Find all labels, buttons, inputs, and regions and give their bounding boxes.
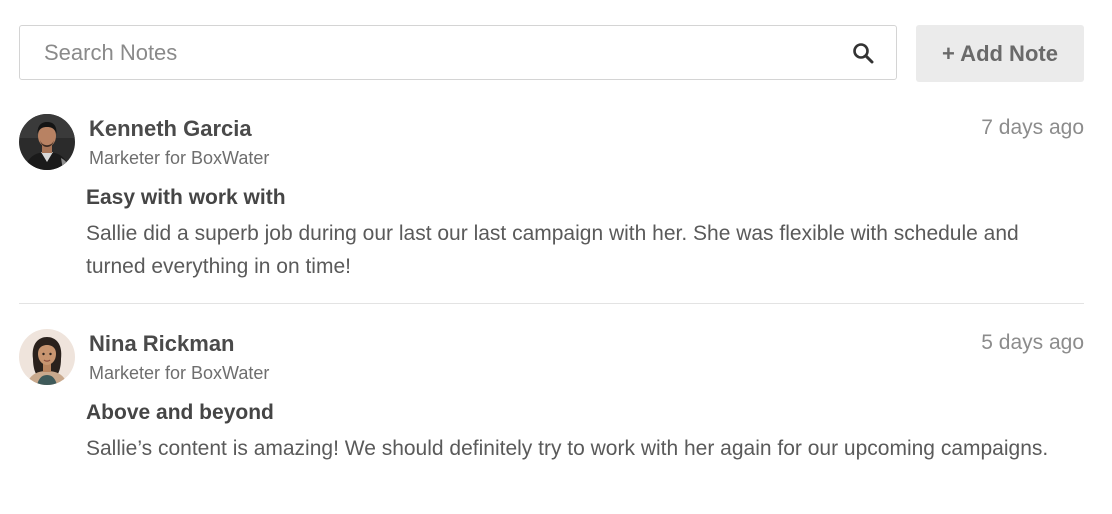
search-icon[interactable]	[852, 42, 874, 64]
avatar-portrait-icon	[19, 329, 75, 385]
search-box[interactable]	[19, 25, 897, 80]
note-timestamp: 5 days ago	[981, 331, 1084, 354]
add-note-button[interactable]: + Add Note	[916, 25, 1084, 82]
note-item: Kenneth Garcia Marketer for BoxWater 7 d…	[19, 100, 1084, 303]
author-role: Marketer for BoxWater	[89, 363, 270, 383]
note-timestamp: 7 days ago	[981, 116, 1084, 139]
note-title: Easy with work with	[86, 186, 286, 209]
author-role: Marketer for BoxWater	[89, 148, 270, 168]
notes-list: Kenneth Garcia Marketer for BoxWater 7 d…	[19, 100, 1084, 514]
note-item: Nina Rickman Marketer for BoxWater 5 day…	[19, 303, 1084, 514]
avatar-portrait-icon	[19, 114, 75, 170]
author-name: Kenneth Garcia	[89, 116, 252, 141]
avatar	[19, 114, 75, 170]
notes-toolbar: + Add Note	[19, 25, 1084, 82]
note-body: Sallie did a superb job during our last …	[86, 222, 1019, 278]
author-name: Nina Rickman	[89, 331, 235, 356]
note-title: Above and beyond	[86, 401, 274, 424]
avatar	[19, 329, 75, 385]
note-body: Sallie’s content is amazing! We should d…	[86, 437, 1049, 460]
search-input[interactable]	[20, 26, 840, 79]
